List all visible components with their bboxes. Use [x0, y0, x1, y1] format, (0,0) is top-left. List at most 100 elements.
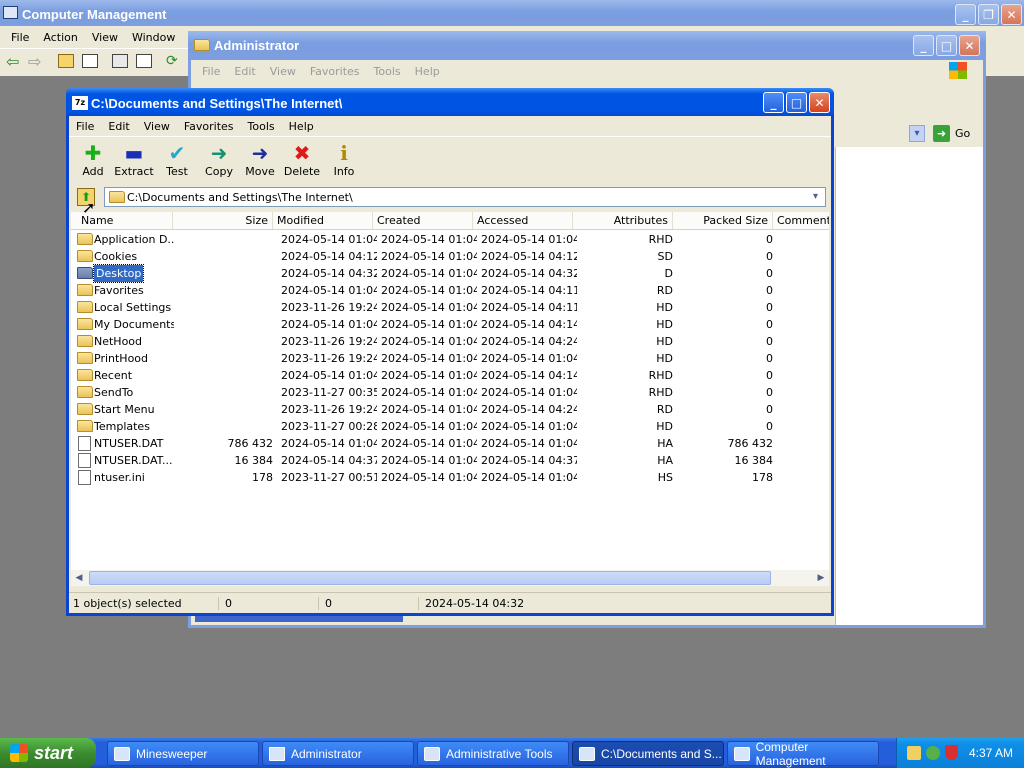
address-dropdown-icon[interactable]: ▾ — [808, 190, 823, 204]
sevenzip-titlebar[interactable]: 7z C:\Documents and Settings\The Interne… — [66, 88, 834, 118]
forward-icon[interactable]: ⇨ — [28, 52, 41, 71]
file-row[interactable]: NetHood 2023-11-26 19:24 2024-05-14 01:04 2… — [75, 333, 829, 350]
col-created[interactable]: Created — [373, 212, 473, 229]
file-accessed: 2024-05-14 04:14 — [481, 369, 577, 382]
back-icon[interactable]: ⇦ — [6, 52, 19, 71]
sz-menu-help[interactable]: Help — [282, 120, 321, 133]
file-accessed: 2024-05-14 01:04 — [481, 386, 577, 399]
properties-icon[interactable] — [112, 54, 128, 68]
file-created: 2024-05-14 01:04 — [381, 250, 477, 263]
show-hide-tree-icon[interactable] — [82, 54, 98, 68]
sevenzip-close-button[interactable]: ✕ — [809, 92, 830, 113]
admin-menu-tools[interactable]: Tools — [367, 65, 408, 78]
up-folder-icon[interactable] — [58, 54, 74, 68]
folder-icon — [269, 746, 285, 761]
file-row[interactable]: My Documents 2024-05-14 01:04 2024-05-14 0… — [75, 316, 829, 333]
close-button[interactable]: ✕ — [1001, 4, 1022, 25]
move-button[interactable]: ➜ Move — [238, 141, 282, 178]
col-size[interactable]: Size — [173, 212, 273, 229]
delete-button[interactable]: ✖ Delete — [280, 141, 324, 178]
file-row[interactable]: Application D... 2024-05-14 01:04 2024-05-… — [75, 231, 829, 248]
tray-network-icon[interactable] — [907, 746, 921, 760]
sevenzip-address-combo[interactable]: C:\Documents and Settings\The Internet\ … — [104, 187, 826, 207]
start-button[interactable]: start — [0, 738, 96, 768]
file-row[interactable]: SendTo 2023-11-27 00:35 2024-05-14 01:04 20… — [75, 384, 829, 401]
help-pane-icon[interactable] — [136, 54, 152, 68]
address-folder-icon — [109, 191, 125, 203]
go-arrow-icon[interactable]: ➜ — [933, 125, 950, 142]
file-row[interactable]: Favorites 2024-05-14 01:04 2024-05-14 01:0… — [75, 282, 829, 299]
refresh-icon[interactable]: ⟳ — [166, 53, 178, 69]
menu-window[interactable]: Window — [125, 31, 182, 44]
sevenzip-maximize-button[interactable]: □ — [786, 92, 807, 113]
task-administrative-tools[interactable]: Administrative Tools — [417, 741, 569, 766]
horizontal-scrollbar[interactable]: ◀ ▶ — [71, 570, 829, 586]
file-row[interactable]: Templates 2023-11-27 00:28 2024-05-14 01:0… — [75, 418, 829, 435]
minimize-button[interactable]: _ — [955, 4, 976, 25]
task-sevenzip[interactable]: C:\Documents and S... — [572, 741, 724, 766]
restore-button[interactable]: ❐ — [978, 4, 999, 25]
col-comment[interactable]: Comment — [773, 212, 829, 229]
computer-management-titlebar[interactable]: Computer Management _ ❐ ✕ — [0, 0, 1024, 28]
admin-content — [835, 147, 983, 625]
file-row[interactable]: NTUSER.DAT... 16 384 2024-05-14 04:37 2024-… — [75, 452, 829, 469]
sz-menu-view[interactable]: View — [137, 120, 177, 133]
menu-action[interactable]: Action — [36, 31, 84, 44]
add-button[interactable]: ✚ Add — [71, 141, 115, 178]
tray-shield-icon[interactable] — [945, 745, 958, 760]
menu-file[interactable]: File — [4, 31, 36, 44]
file-modified: 2024-05-14 01:04 — [281, 318, 377, 331]
admin-minimize-button[interactable]: _ — [913, 35, 934, 56]
go-button-label[interactable]: Go — [955, 127, 970, 140]
info-button[interactable]: i Info — [322, 141, 366, 178]
file-row[interactable]: Desktop 2024-05-14 04:32 2024-05-14 01:04 2… — [75, 264, 829, 283]
tray-security-icon[interactable] — [926, 746, 940, 760]
admin-menu-edit[interactable]: Edit — [227, 65, 262, 78]
task-minesweeper[interactable]: Minesweeper — [107, 741, 259, 766]
admin-menu-help[interactable]: Help — [408, 65, 447, 78]
file-row[interactable]: ntuser.ini 178 2023-11-27 00:51 2024-05-14 … — [75, 469, 829, 486]
sz-menu-file[interactable]: File — [69, 120, 101, 133]
task-admin-tools-label: Administrative Tools — [446, 746, 553, 761]
file-name: NTUSER.DAT — [94, 437, 164, 450]
col-attributes[interactable]: Attributes — [573, 212, 673, 229]
administrator-titlebar[interactable]: Administrator _ □ ✕ — [188, 31, 986, 60]
test-button[interactable]: ✔ Test — [155, 141, 199, 178]
copy-button[interactable]: ➜ Copy — [197, 141, 241, 178]
admin-maximize-button[interactable]: □ — [936, 35, 957, 56]
file-row[interactable]: Local Settings 2023-11-26 19:24 2024-05-14… — [75, 299, 829, 316]
file-row[interactable]: Start Menu 2023-11-26 19:24 2024-05-14 01:… — [75, 401, 829, 418]
tray-clock[interactable]: 4:37 AM — [969, 746, 1013, 760]
file-modified: 2023-11-27 00:28 — [281, 420, 377, 433]
sz-menu-tools[interactable]: Tools — [241, 120, 282, 133]
task-computer-management[interactable]: Computer Management — [727, 740, 879, 768]
admin-address-dropdown[interactable]: ▾ — [909, 125, 925, 142]
sevenzip-minimize-button[interactable]: _ — [763, 92, 784, 113]
file-modified: 2023-11-26 19:24 — [281, 301, 377, 314]
sz-menu-edit[interactable]: Edit — [101, 120, 136, 133]
file-packed: 0 — [766, 301, 773, 314]
admin-menu-file[interactable]: File — [195, 65, 227, 78]
file-row[interactable]: PrintHood 2023-11-26 19:24 2024-05-14 01:0… — [75, 350, 829, 367]
menu-view[interactable]: View — [85, 31, 125, 44]
col-accessed[interactable]: Accessed — [473, 212, 573, 229]
scroll-thumb[interactable] — [89, 571, 771, 585]
sevenzip-address-row: ⬆ C:\Documents and Settings\The Internet… — [69, 185, 831, 211]
file-row[interactable]: NTUSER.DAT 786 432 2024-05-14 01:04 2024-05… — [75, 435, 829, 452]
file-row[interactable]: Cookies 2024-05-14 04:12 2024-05-14 01:04 2… — [75, 248, 829, 265]
scroll-right-arrow[interactable]: ▶ — [813, 570, 829, 586]
file-name: Desktop — [92, 264, 145, 283]
file-attributes: HD — [656, 420, 673, 433]
sz-menu-favorites[interactable]: Favorites — [177, 120, 241, 133]
col-packed-size[interactable]: Packed Size — [673, 212, 773, 229]
add-label: Add — [82, 165, 104, 178]
file-row[interactable]: Recent 2024-05-14 01:04 2024-05-14 01:04 20… — [75, 367, 829, 384]
admin-menu-favorites[interactable]: Favorites — [303, 65, 367, 78]
task-administrator[interactable]: Administrator — [262, 741, 414, 766]
admin-close-button[interactable]: ✕ — [959, 35, 980, 56]
extract-button[interactable]: ▬ Extract — [112, 141, 156, 178]
file-created: 2024-05-14 01:04 — [381, 420, 477, 433]
admin-menu-view[interactable]: View — [263, 65, 303, 78]
col-modified[interactable]: Modified — [273, 212, 373, 229]
scroll-left-arrow[interactable]: ◀ — [71, 570, 87, 586]
